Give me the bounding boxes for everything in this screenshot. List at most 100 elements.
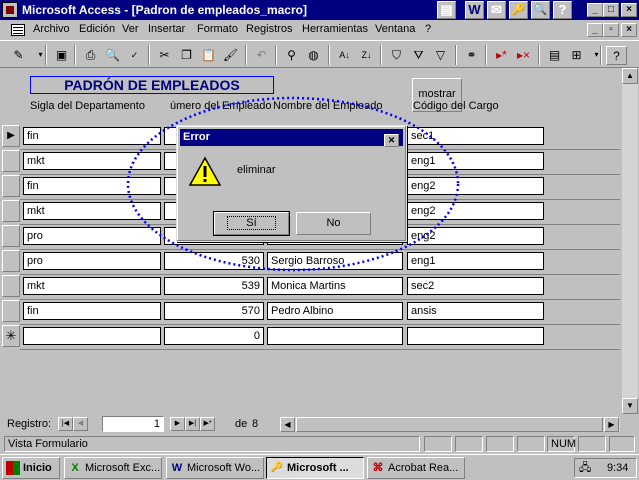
cell-role-code[interactable] — [407, 327, 544, 345]
cell-department[interactable]: fin — [23, 302, 161, 320]
cell-employee-number[interactable]: 0 — [164, 327, 264, 345]
record-selector-current-icon[interactable]: ▶ — [2, 125, 20, 147]
task-excel[interactable]: X Microsoft Exc... — [64, 457, 162, 479]
cell-role-code[interactable]: eng2 — [407, 177, 544, 195]
new-object-icon[interactable]: ⊞ — [566, 46, 587, 65]
record-selector[interactable] — [2, 175, 20, 197]
menu-insertar[interactable]: Insertar — [148, 23, 185, 35]
spelling-icon[interactable]: ✓ — [124, 46, 145, 65]
cell-role-code[interactable]: sec2 — [407, 277, 544, 295]
minimize-button[interactable]: _ — [587, 3, 603, 17]
menu-formato[interactable]: Formato — [197, 23, 238, 35]
cell-role-code[interactable]: ansis — [407, 302, 544, 320]
view-dropdown-icon[interactable]: ▾ — [30, 46, 51, 65]
print-icon[interactable]: ⎙ — [80, 46, 101, 65]
cell-employee-name[interactable]: Monica Martins — [267, 277, 403, 295]
cell-role-code[interactable]: eng1 — [407, 152, 544, 170]
dialog-close-icon[interactable]: ✕ — [384, 134, 399, 147]
form-document-icon[interactable] — [11, 24, 25, 36]
task-access[interactable]: 🔑 Microsoft ... — [266, 457, 364, 479]
cell-role-code[interactable]: eng2 — [407, 227, 544, 245]
new-record-icon[interactable]: ▸* — [491, 46, 512, 65]
doc-close-button[interactable]: × — [621, 23, 637, 37]
filter-by-selection-icon[interactable]: ⛉ — [386, 46, 407, 65]
doc-restore-button[interactable]: ▫ — [603, 23, 619, 37]
new-record-nav-icon[interactable]: ▶* — [200, 417, 215, 431]
record-selector[interactable] — [2, 225, 20, 247]
find-shortcut-icon[interactable]: 🔍 — [531, 1, 550, 19]
record-selector[interactable] — [2, 275, 20, 297]
yes-button[interactable]: Sí — [213, 211, 290, 236]
save-icon[interactable]: ▣ — [51, 46, 72, 65]
office-shortcut-icon[interactable]: ▤ — [437, 1, 456, 19]
cell-department[interactable]: mkt — [23, 152, 161, 170]
maximize-button[interactable]: □ — [603, 3, 619, 17]
new-object-dropdown-icon[interactable]: ▾ — [586, 46, 607, 65]
scroll-right-icon[interactable]: ▶ — [604, 417, 619, 432]
help-shortcut-icon[interactable]: ? — [553, 1, 572, 19]
sort-ascending-icon[interactable]: A↓ — [334, 46, 355, 65]
record-selector[interactable] — [2, 250, 20, 272]
horizontal-scroll-thumb[interactable] — [296, 417, 603, 432]
scroll-left-icon[interactable]: ◀ — [280, 417, 295, 432]
first-record-icon[interactable]: |◀ — [58, 417, 73, 431]
view-icon[interactable]: ✎ — [8, 46, 29, 65]
web-toolbar-icon[interactable]: ◍ — [303, 46, 324, 65]
print-preview-icon[interactable]: 🔍 — [102, 46, 123, 65]
clock[interactable]: 9:34 — [607, 459, 628, 477]
current-record-input[interactable]: 1 — [102, 416, 164, 432]
format-painter-icon[interactable]: 🖌 — [220, 46, 241, 65]
cell-department[interactable]: fin — [23, 127, 161, 145]
cell-role-code[interactable]: eng2 — [407, 202, 544, 220]
record-selector[interactable] — [2, 200, 20, 222]
mail-shortcut-icon[interactable]: ✉ — [487, 1, 506, 19]
cell-department[interactable]: pro — [23, 227, 161, 245]
find-icon[interactable]: ⚭ — [461, 46, 482, 65]
menu-ventana[interactable]: Ventana — [375, 23, 415, 35]
close-button[interactable]: × — [621, 3, 637, 17]
hyperlink-icon[interactable]: ⚲ — [281, 46, 302, 65]
new-record-asterisk-icon[interactable]: ✳ — [2, 325, 20, 347]
key-shortcut-icon[interactable]: 🔑 — [509, 1, 528, 19]
menu-archivo[interactable]: Archivo — [33, 23, 70, 35]
cell-department[interactable] — [23, 327, 161, 345]
record-selector[interactable] — [2, 300, 20, 322]
menu-ver[interactable]: Ver — [122, 23, 139, 35]
start-button[interactable]: Inicio — [2, 457, 60, 479]
vertical-scrollbar[interactable]: ▲ ▼ — [621, 68, 638, 414]
no-button[interactable]: No — [296, 212, 371, 235]
cell-department[interactable]: mkt — [23, 202, 161, 220]
task-acrobat[interactable]: ⌘ Acrobat Rea... — [367, 457, 465, 479]
help-icon[interactable]: ? — [606, 46, 627, 65]
cell-department[interactable]: pro — [23, 252, 161, 270]
next-record-icon[interactable]: ▶ — [170, 417, 185, 431]
cut-icon[interactable]: ✂ — [154, 46, 175, 65]
word-shortcut-icon[interactable]: W — [465, 1, 484, 19]
record-selector[interactable] — [2, 150, 20, 172]
previous-record-icon[interactable]: ◀ — [73, 417, 88, 431]
doc-minimize-button[interactable]: _ — [587, 23, 603, 37]
copy-icon[interactable]: ❐ — [176, 46, 197, 65]
cell-department[interactable]: fin — [23, 177, 161, 195]
cell-employee-name[interactable]: Pedro Albino — [267, 302, 403, 320]
cell-department[interactable]: mkt — [23, 277, 161, 295]
database-window-icon[interactable]: ▤ — [544, 46, 565, 65]
scroll-down-icon[interactable]: ▼ — [622, 398, 638, 414]
menu-herramientas[interactable]: Herramientas — [302, 23, 368, 35]
filter-by-form-icon[interactable]: ⛛ — [408, 46, 429, 65]
sort-descending-icon[interactable]: Z↓ — [356, 46, 377, 65]
cell-employee-number[interactable]: 539 — [164, 277, 264, 295]
last-record-icon[interactable]: ▶| — [185, 417, 200, 431]
paste-icon[interactable]: 📋 — [198, 46, 219, 65]
cell-role-code[interactable]: sec1 — [407, 127, 544, 145]
cell-role-code[interactable]: eng1 — [407, 252, 544, 270]
cell-employee-number[interactable]: 530 — [164, 252, 264, 270]
cell-employee-name[interactable] — [267, 327, 403, 345]
cell-employee-number[interactable]: 570 — [164, 302, 264, 320]
undo-icon[interactable]: ↶ — [251, 46, 272, 65]
scroll-up-icon[interactable]: ▲ — [622, 68, 638, 84]
apply-filter-icon[interactable]: ▽ — [430, 46, 451, 65]
menu-help[interactable]: ? — [425, 23, 431, 35]
network-icon[interactable]: 🖧 — [579, 459, 591, 477]
task-word[interactable]: W Microsoft Wo... — [166, 457, 264, 479]
